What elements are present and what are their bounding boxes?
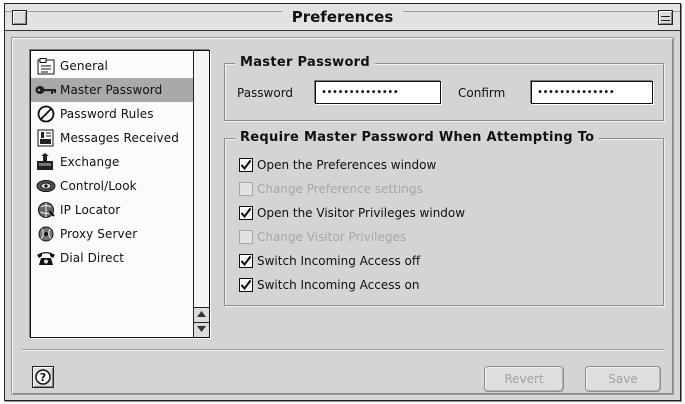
sidebar-item-label: Messages Received bbox=[60, 131, 179, 145]
scroll-up-arrow[interactable] bbox=[194, 307, 209, 322]
option-label: Open the Preferences window bbox=[257, 158, 437, 172]
option-change-visitor-privileges[interactable]: Change Visitor Privileges bbox=[239, 228, 406, 246]
footer-divider bbox=[22, 349, 663, 351]
category-list-items: General Master Password Password Rules M… bbox=[31, 51, 193, 337]
save-button[interactable]: Save bbox=[585, 366, 661, 392]
password-label: Password bbox=[237, 86, 294, 100]
checkbox[interactable] bbox=[239, 158, 253, 172]
arrow-down-icon bbox=[197, 326, 206, 332]
svg-text:?: ? bbox=[40, 371, 46, 384]
window-title: Preferences bbox=[281, 8, 404, 27]
sidebar-item-proxy-server[interactable]: Proxy Server bbox=[31, 222, 193, 246]
master-password-group-title: Master Password bbox=[235, 54, 375, 72]
preferences-window: Preferences General Master Password Pass… bbox=[4, 3, 681, 401]
sidebar-item-label: Dial Direct bbox=[60, 251, 125, 265]
sidebar-item-dial-direct[interactable]: Dial Direct bbox=[31, 246, 193, 270]
sidebar-item-label: Master Password bbox=[60, 83, 163, 97]
list-scrollbar[interactable] bbox=[193, 51, 209, 337]
checkbox[interactable] bbox=[239, 254, 253, 268]
no-sign-icon bbox=[35, 105, 57, 123]
close-box[interactable] bbox=[12, 10, 27, 25]
sidebar-item-label: Exchange bbox=[60, 155, 120, 169]
sidebar-item-master-password[interactable]: Master Password bbox=[31, 78, 193, 102]
option-open-preferences[interactable]: Open the Preferences window bbox=[239, 156, 436, 174]
category-list: General Master Password Password Rules M… bbox=[30, 50, 210, 338]
scroll-down-arrow[interactable] bbox=[194, 322, 209, 337]
checkmark-icon bbox=[240, 279, 252, 291]
sidebar-item-label: IP Locator bbox=[60, 203, 121, 217]
sidebar-item-ip-locator[interactable]: IP Locator bbox=[31, 198, 193, 222]
sidebar-item-label: Password Rules bbox=[60, 107, 154, 121]
help-icon: ? bbox=[35, 369, 51, 385]
sidebar-item-password-rules[interactable]: Password Rules bbox=[31, 102, 193, 126]
sidebar-item-label: Proxy Server bbox=[60, 227, 138, 241]
option-switch-incoming-off[interactable]: Switch Incoming Access off bbox=[239, 252, 420, 270]
option-open-visitor-privileges[interactable]: Open the Visitor Privileges window bbox=[239, 204, 465, 222]
password-field[interactable]: •••••••••••••• bbox=[315, 81, 441, 104]
option-label: Switch Incoming Access off bbox=[257, 254, 421, 268]
sidebar-item-exchange[interactable]: Exchange bbox=[31, 150, 193, 174]
checkbox[interactable] bbox=[239, 230, 253, 244]
option-label: Switch Incoming Access on bbox=[257, 278, 420, 292]
checkmark-icon bbox=[240, 207, 252, 219]
checkbox[interactable] bbox=[239, 206, 253, 220]
option-switch-incoming-on[interactable]: Switch Incoming Access on bbox=[239, 276, 419, 294]
checkbox[interactable] bbox=[239, 182, 253, 196]
sidebar-item-general[interactable]: General bbox=[31, 54, 193, 78]
require-password-group: Require Master Password When Attempting … bbox=[224, 129, 664, 306]
option-change-preference-settings[interactable]: Change Preference settings bbox=[239, 180, 423, 198]
ip-locator-icon bbox=[35, 201, 57, 219]
control-look-icon bbox=[35, 177, 57, 195]
arrow-up-icon bbox=[197, 311, 206, 317]
confirm-field[interactable]: •••••••••••••• bbox=[531, 81, 653, 104]
checkmark-icon bbox=[240, 255, 252, 267]
sidebar-item-label: Control/Look bbox=[60, 179, 137, 193]
option-label: Open the Visitor Privileges window bbox=[257, 206, 466, 220]
revert-button[interactable]: Revert bbox=[484, 366, 564, 392]
option-label: Change Visitor Privileges bbox=[257, 230, 407, 244]
messages-icon bbox=[35, 129, 57, 147]
proxy-server-icon bbox=[35, 225, 57, 243]
master-password-group: Master Password Password •••••••••••••• … bbox=[224, 54, 664, 121]
sidebar-item-messages-received[interactable]: Messages Received bbox=[31, 126, 193, 150]
checkmark-icon bbox=[240, 159, 252, 171]
title-bar[interactable]: Preferences bbox=[5, 4, 680, 31]
sidebar-item-control-look[interactable]: Control/Look bbox=[31, 174, 193, 198]
help-button[interactable]: ? bbox=[32, 366, 54, 388]
exchange-icon bbox=[35, 153, 57, 171]
require-password-group-title: Require Master Password When Attempting … bbox=[235, 129, 600, 147]
general-icon bbox=[35, 57, 57, 75]
option-label: Change Preference settings bbox=[257, 182, 423, 196]
preferences-content: General Master Password Password Rules M… bbox=[11, 37, 674, 395]
checkbox[interactable] bbox=[239, 278, 253, 292]
key-icon bbox=[35, 81, 57, 99]
confirm-label: Confirm bbox=[458, 86, 506, 100]
collapse-box[interactable] bbox=[658, 10, 673, 25]
telephone-icon bbox=[35, 249, 57, 267]
sidebar-item-label: General bbox=[60, 59, 108, 73]
